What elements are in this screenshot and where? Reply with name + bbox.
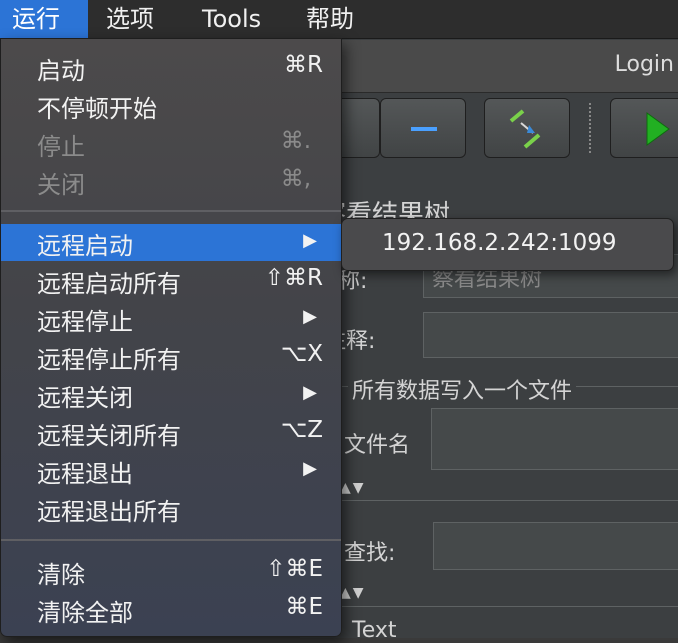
shortcut-label: ⌘E [285,594,323,620]
menu-item-remote-stop-all[interactable]: 远程停止所有 ⌥X [1,338,341,375]
menu-item-label: 远程退出 [37,460,133,488]
search-label: 查找: [344,541,396,566]
menu-item-remote-exit[interactable]: 远程退出 ▶ [1,452,341,489]
shortcut-label: ⇧⌘E [266,556,323,582]
menu-item-remote-start-all[interactable]: 远程启动所有 ⇧⌘R [1,262,341,299]
app-window: Login 察看结果树 名称: 察看结果树 [294,38,678,643]
search-field[interactable] [433,522,678,570]
splitter-arrows-icon[interactable]: ▲▼ [340,480,366,496]
menu-item-label: 关闭 [37,171,85,199]
menu-item-label: 远程启动所有 [37,270,181,298]
menu-item-clear-all[interactable]: 清除全部 ⌘E [1,591,341,628]
shortcut-label: ⌘R [284,52,323,78]
menu-item-label: 远程启动 [37,232,133,260]
start-run-icon [646,112,670,146]
shortcut-label: ⌥X [280,341,323,367]
submenu-item-remote-host[interactable]: 192.168.2.242:1099 [382,230,617,256]
shortcut-label: ⌘. [280,128,311,154]
menu-separator [1,210,341,212]
menu-options[interactable]: 选项 [94,0,166,38]
menu-run[interactable]: 运行 [0,0,88,38]
toggle-icon [509,109,541,149]
menu-item-start[interactable]: 启动 ⌘R [1,49,341,86]
comment-field[interactable] [423,312,678,358]
menu-item-label: 清除全部 [37,599,133,627]
menu-item-remote-shutdown-all[interactable]: 远程关闭所有 ⌥Z [1,414,341,451]
menu-tools[interactable]: Tools [190,0,273,38]
toolbar [294,93,678,163]
collapse-icon [411,127,437,131]
submenu-arrow-icon: ▶ [303,306,317,327]
menu-item-clear[interactable]: 清除 ⇧⌘E [1,553,341,590]
window-titlebar: Login [300,40,678,93]
menu-item-label: 启动 [37,57,85,85]
run-menu-dropdown: 启动 ⌘R 不停顿开始 停止 ⌘. 关闭 ⌘, 远程启动 ▶ 远程启动所有 ⇧⌘… [0,38,342,637]
toolbar-separator [589,103,591,153]
divider [340,500,678,501]
shortcut-label: ⇧⌘R [264,265,323,291]
menu-item-label: 远程退出所有 [37,498,181,526]
submenu-arrow-icon: ▶ [303,458,317,479]
window-title: Login [614,52,674,77]
write-all-label: 所有数据写入一个文件 [348,373,577,405]
menu-item-start-no-pause[interactable]: 不停顿开始 [1,87,341,124]
menu-item-shutdown: 关闭 ⌘, [1,163,341,200]
menu-item-label: 远程关闭所有 [37,422,181,450]
remote-start-submenu: 192.168.2.242:1099 [341,218,674,271]
submenu-arrow-icon: ▶ [303,230,317,251]
submenu-arrow-icon: ▶ [303,382,317,403]
menu-help[interactable]: 帮助 [294,0,366,38]
menu-item-label: 停止 [37,133,85,161]
filename-label: 文件名 [344,433,411,458]
menu-item-remote-shutdown[interactable]: 远程关闭 ▶ [1,376,341,413]
divider-2 [340,606,678,607]
menu-bar: 运行 选项 Tools 帮助 [0,0,678,39]
text-tab-label[interactable]: Text [352,618,397,643]
menu-item-remote-start[interactable]: 远程启动 ▶ [1,224,341,261]
menu-item-remote-exit-all[interactable]: 远程退出所有 [1,490,341,527]
toggle-button[interactable] [484,98,570,158]
menu-item-remote-stop[interactable]: 远程停止 ▶ [1,300,341,337]
menu-item-label: 远程关闭 [37,384,133,412]
shortcut-label: ⌥Z [280,417,323,443]
menu-item-label: 不停顿开始 [37,95,157,123]
splitter-arrows-icon-2[interactable]: ▲▼ [340,585,366,601]
start-run-button[interactable] [610,98,678,158]
menu-separator [1,539,341,541]
shortcut-label: ⌘, [280,166,311,192]
menu-item-label: 远程停止 [37,308,133,336]
filename-field[interactable] [431,408,678,470]
menu-item-label: 远程停止所有 [37,346,181,374]
collapse-button[interactable] [380,98,466,158]
menu-item-stop: 停止 ⌘. [1,125,341,162]
menu-item-label: 清除 [37,561,85,589]
